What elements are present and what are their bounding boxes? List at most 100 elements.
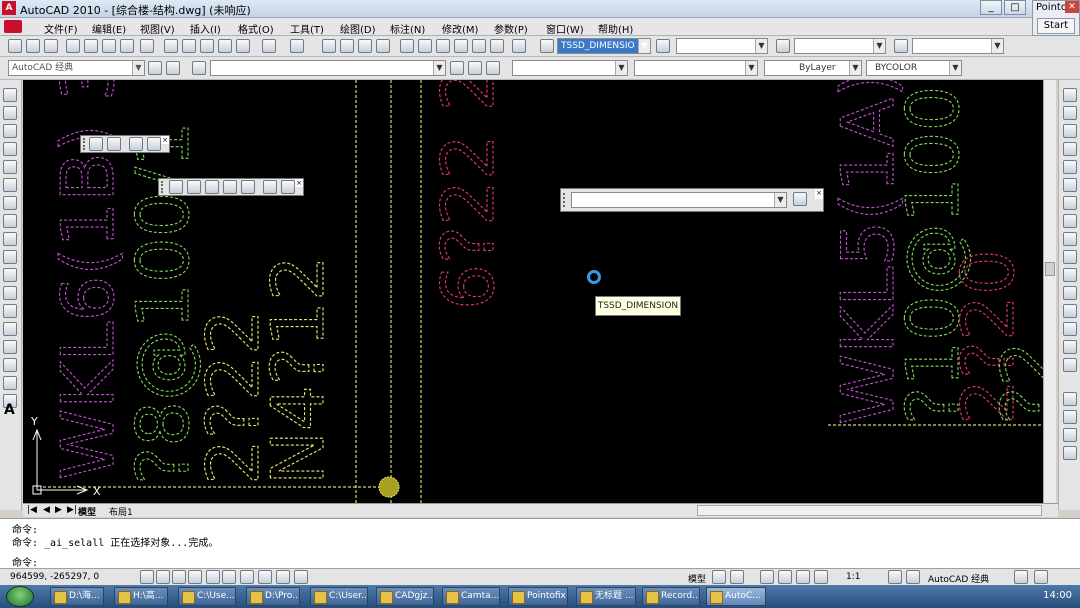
scroll-thumb[interactable] [1045, 262, 1055, 276]
taskbar-item-pointofix[interactable]: Pointofix [508, 587, 568, 606]
menu-window[interactable]: 窗口(W) [546, 21, 584, 36]
copy-object-icon[interactable] [1063, 106, 1077, 120]
annotation-select[interactable]: ▼ [912, 38, 1004, 54]
annotation-scale[interactable]: 1:1 [846, 572, 860, 582]
table-style-select[interactable]: ▼ [676, 38, 768, 54]
text-style-icon[interactable] [540, 39, 554, 53]
layer-icon[interactable] [89, 137, 103, 151]
array-icon[interactable] [1063, 160, 1077, 174]
zoom-realtime-icon[interactable] [340, 39, 354, 53]
break-icon[interactable] [1063, 286, 1077, 300]
model-label[interactable]: 模型 [688, 572, 706, 585]
circle-icon[interactable] [3, 196, 17, 210]
match-properties-icon[interactable] [218, 39, 232, 53]
save-icon[interactable] [44, 39, 58, 53]
new-icon[interactable] [8, 39, 22, 53]
minimize-button[interactable]: _ [980, 0, 1002, 15]
dimension-style-icon[interactable] [656, 39, 670, 53]
tab-nav-last[interactable]: ▶| [67, 505, 77, 515]
dimension-style-select[interactable]: TSSD_DIMENSIO ▼ [557, 38, 651, 54]
color-control-select[interactable]: ▼ [512, 60, 628, 76]
gradient-icon[interactable] [3, 358, 17, 372]
mirror-icon[interactable] [1063, 124, 1077, 138]
chevron-down-icon[interactable]: ▼ [615, 61, 627, 75]
menu-dimension[interactable]: 标注(N) [390, 21, 425, 36]
close-button[interactable]: ✕ [1065, 1, 1079, 13]
find-icon[interactable] [147, 137, 161, 151]
copy-icon[interactable] [182, 39, 196, 53]
tab-nav-first[interactable]: |◀ [27, 505, 37, 515]
taskbar-item-explorer-h[interactable]: H:\高... [114, 587, 168, 606]
paste-icon[interactable] [200, 39, 214, 53]
scale-icon[interactable] [1063, 214, 1077, 228]
construction-line-icon[interactable] [3, 106, 17, 120]
dyn-icon[interactable] [276, 570, 290, 584]
taskbar-item-explorer-user[interactable]: C:\User... [310, 587, 368, 606]
chevron-down-icon[interactable]: ▼ [991, 39, 1003, 53]
ellipse-icon[interactable] [3, 250, 17, 264]
sphere-add-icon[interactable] [205, 180, 219, 194]
hatch-icon[interactable] [3, 340, 17, 354]
polar-icon[interactable] [188, 570, 202, 584]
join-icon[interactable] [1063, 304, 1077, 318]
polyline-icon[interactable] [3, 124, 17, 138]
undo-icon[interactable] [262, 39, 276, 53]
offset-icon[interactable] [1063, 142, 1077, 156]
publish-icon[interactable] [102, 39, 116, 53]
lineweight-icon[interactable] [294, 570, 308, 584]
tab-layout1[interactable]: 布局1 [109, 505, 133, 518]
region-icon[interactable] [3, 376, 17, 390]
taskbar-item-explorer-d[interactable]: D:\海... [50, 587, 104, 606]
sheet-set-icon[interactable] [454, 39, 468, 53]
bring-front-icon[interactable] [1063, 410, 1077, 424]
calculator-icon[interactable] [490, 39, 504, 53]
make-current-icon[interactable] [450, 61, 464, 75]
cube-icon[interactable] [263, 180, 277, 194]
zoom-window-icon[interactable] [358, 39, 372, 53]
lineweight-select[interactable]: ByLayer ▼ [764, 60, 862, 76]
menu-draw[interactable]: 绘图(D) [340, 21, 376, 36]
cube-delete-icon[interactable] [281, 180, 295, 194]
chevron-down-icon[interactable]: ▼ [638, 39, 650, 53]
cut-icon[interactable] [164, 39, 178, 53]
fillet-icon[interactable] [1063, 340, 1077, 354]
toolbar-grip[interactable] [83, 138, 87, 150]
application-menu-icon[interactable] [4, 20, 22, 33]
steering-wheel-icon[interactable] [796, 570, 810, 584]
osnap-icon[interactable] [206, 570, 220, 584]
pan-status-icon[interactable] [760, 570, 774, 584]
move-icon[interactable] [1063, 178, 1077, 192]
clock[interactable]: 14:00 [1043, 590, 1072, 601]
text-icon[interactable] [129, 137, 143, 151]
stretch-icon[interactable] [1063, 232, 1077, 246]
maximize-button[interactable]: □ [1004, 0, 1026, 15]
layer-match-icon[interactable] [486, 61, 500, 75]
otrack-icon[interactable] [240, 570, 254, 584]
close-icon[interactable]: × [295, 179, 303, 187]
tab-model[interactable]: 模型 [78, 505, 96, 518]
multiline-text-icon[interactable]: A [4, 402, 15, 418]
plot-preview-icon[interactable] [84, 39, 98, 53]
style-manager-icon[interactable] [793, 192, 807, 206]
arc-icon[interactable] [3, 178, 17, 192]
pointofix-start-button[interactable]: Start [1037, 18, 1075, 34]
help-icon[interactable] [512, 39, 526, 53]
workspace-switch[interactable]: AutoCAD 经典 [928, 572, 989, 585]
copy-layer-icon[interactable] [107, 137, 121, 151]
extend-icon[interactable] [1063, 268, 1077, 282]
print-icon[interactable] [66, 39, 80, 53]
vertical-scrollbar[interactable] [1043, 80, 1056, 503]
taskbar-item-recorder[interactable]: Record... [642, 587, 700, 606]
zoom-status-icon[interactable] [778, 570, 792, 584]
block-editor-icon[interactable] [236, 39, 250, 53]
polygon-icon[interactable] [3, 142, 17, 156]
sphere-icon[interactable] [187, 180, 201, 194]
chevron-down-icon[interactable]: ▼ [774, 193, 786, 207]
sphere-color-icon[interactable] [223, 180, 237, 194]
send-back-icon[interactable] [1063, 428, 1077, 442]
line-icon[interactable] [3, 88, 17, 102]
linetype-control-select[interactable]: ▼ [634, 60, 758, 76]
taskbar-item-explorer-pro[interactable]: D:\Pro... [246, 587, 300, 606]
multileader-style-icon[interactable] [894, 39, 908, 53]
erase-icon[interactable] [1063, 88, 1077, 102]
